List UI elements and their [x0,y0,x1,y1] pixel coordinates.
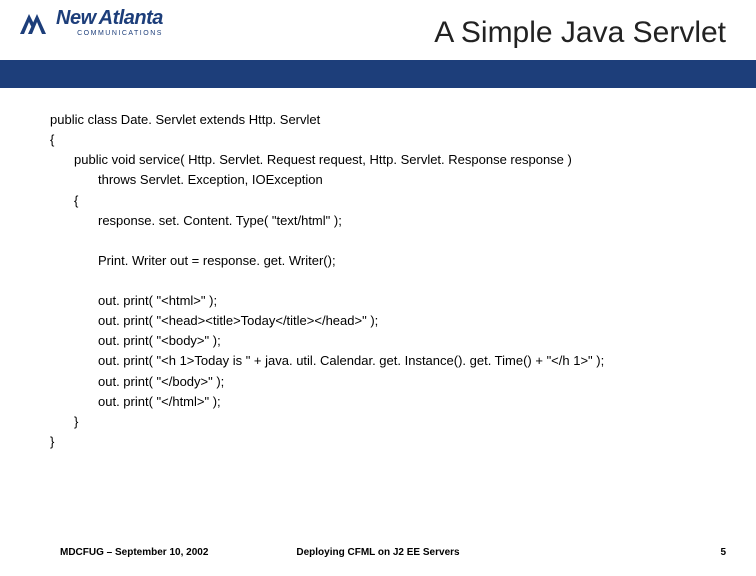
code-line: } [50,412,736,432]
logo-brand-sub: COMMUNICATIONS [56,30,163,37]
code-line: out. print( "<h 1>Today is " + java. uti… [50,351,736,371]
footer-left: MDCFUG – September 10, 2002 [60,547,208,558]
slide-title: A Simple Java Servlet [434,16,726,50]
title-underline-bar [0,60,756,88]
code-line: out. print( "<head><title>Today</title><… [50,311,736,331]
logo-icon [20,10,50,36]
logo-text: New Atlanta COMMUNICATIONS [56,8,163,37]
logo-brand-atlanta: Atlanta [99,8,163,28]
code-line: out. print( "<body>" ); [50,331,736,351]
code-line: { [50,191,736,211]
code-line: throws Servlet. Exception, IOException [50,170,736,190]
code-line: public void service( Http. Servlet. Requ… [50,150,736,170]
code-line: out. print( "<html>" ); [50,291,736,311]
code-line: } [50,432,736,452]
code-line: out. print( "</body>" ); [50,372,736,392]
code-line: public class Date. Servlet extends Http.… [50,110,736,130]
code-line: { [50,130,736,150]
slide-footer: MDCFUG – September 10, 2002 Deploying CF… [0,547,756,558]
page-number: 5 [720,547,726,558]
logo: New Atlanta COMMUNICATIONS [20,8,163,37]
code-line: Print. Writer out = response. get. Write… [50,251,736,271]
code-line: out. print( "</html>" ); [50,392,736,412]
logo-brand-new: New [56,8,96,28]
code-line: response. set. Content. Type( "text/html… [50,211,736,231]
code-block: public class Date. Servlet extends Http.… [50,110,736,452]
